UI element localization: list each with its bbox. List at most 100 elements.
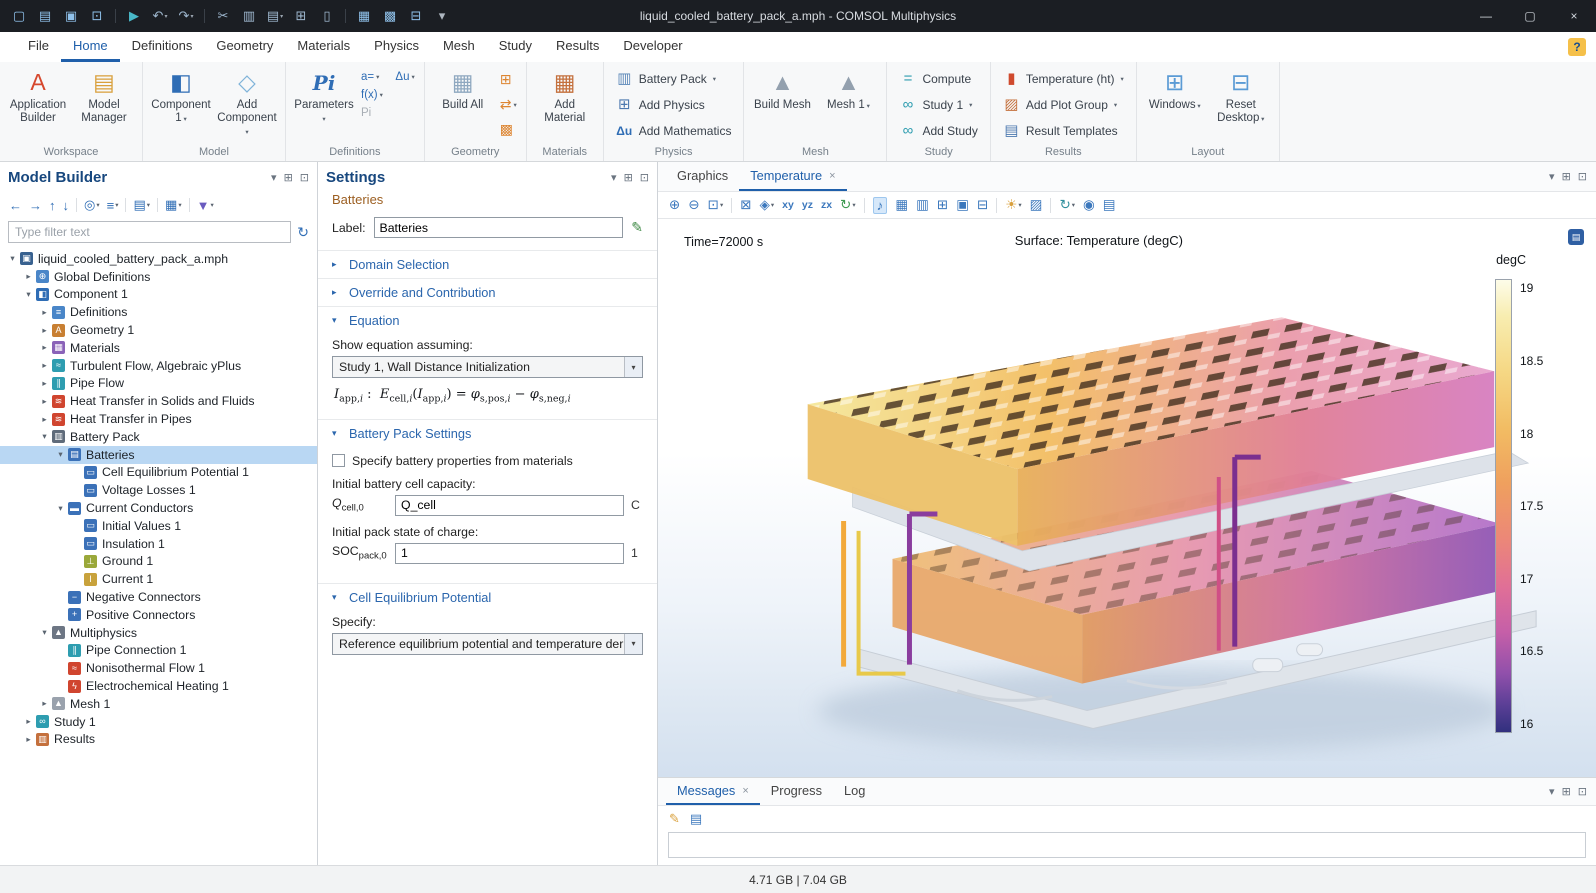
plot-in-table-icon[interactable]: ⊞ — [937, 197, 948, 213]
chevron-collapsed-icon[interactable]: ▸ — [38, 325, 51, 336]
delete-icon[interactable]: ▯ — [316, 4, 338, 28]
dropdown-arrow-icon[interactable]: ▾ — [624, 357, 642, 377]
zoom-in-icon[interactable]: ⊕ — [669, 197, 680, 213]
tree-node-electrochemical-heating-1[interactable]: ϟElectrochemical Heating 1 — [0, 677, 317, 695]
section-domain-selection[interactable]: ▸ Domain Selection — [318, 250, 657, 278]
mesh-1-button[interactable]: ▲Mesh 1 ▾ — [816, 66, 880, 112]
group-nodes-icon[interactable]: ▤▾ — [133, 197, 150, 213]
build-all-button[interactable]: ▦Build All — [431, 66, 495, 112]
section-equation[interactable]: ▾ Equation — [318, 306, 657, 334]
import-icon[interactable]: ⊞ — [497, 69, 520, 90]
panel-pin-icon[interactable]: ⊡ — [1578, 170, 1587, 183]
chevron-collapsed-icon[interactable]: ▸ — [38, 307, 51, 318]
go-back-icon[interactable]: ← — [9, 198, 22, 213]
chevron-collapsed-icon[interactable]: ▸ — [38, 378, 51, 389]
parameters-button[interactable]: PiParameters ▾ — [292, 66, 356, 125]
chevron-collapsed-icon[interactable]: ▸ — [22, 271, 35, 282]
tree-node-pipe-connection-1[interactable]: ∥Pipe Connection 1 — [0, 642, 317, 660]
variable-utilities-button[interactable]: Δu▾ — [392, 70, 417, 84]
chevron-collapsed-icon[interactable]: ▸ — [38, 396, 51, 407]
equation-assumption-select[interactable]: Study 1, Wall Distance Initialization ▾ — [332, 356, 643, 378]
image-snapshot-icon[interactable]: ◉ — [1083, 197, 1095, 213]
add-plot-group-button[interactable]: ▨Add Plot Group▾ — [997, 92, 1130, 117]
panel-float-icon[interactable]: ⊞ — [1562, 785, 1571, 798]
tree-node-current-conductors[interactable]: ▾▬Current Conductors — [0, 499, 317, 517]
ribbon-tab-results[interactable]: Results — [544, 32, 611, 62]
cut-icon[interactable]: ✂ — [212, 4, 234, 28]
chevron-expanded-icon[interactable]: ▾ — [54, 449, 67, 460]
panel-pin-icon[interactable]: ⊡ — [300, 171, 309, 184]
component-1-button[interactable]: ◧Component 1 ▾ — [149, 66, 213, 125]
graphics-canvas[interactable]: Time=72000 s Surface: Temperature (degC)… — [658, 219, 1596, 777]
preview-icon[interactable]: ⊡ — [86, 4, 108, 28]
section-battery-pack-settings[interactable]: ▾ Battery Pack Settings — [318, 419, 657, 447]
move-down-icon[interactable]: ↓ — [63, 198, 70, 213]
windows-button[interactable]: ⊞Windows ▾ — [1143, 66, 1207, 112]
chevron-expanded-icon[interactable]: ▾ — [6, 253, 19, 264]
customize-toolbar-icon[interactable]: ▾ — [431, 4, 453, 28]
tab-messages[interactable]: Messages× — [666, 778, 760, 805]
compute-button[interactable]: =Compute — [893, 66, 983, 91]
tree-node-nonisothermal-flow-1[interactable]: ≈Nonisothermal Flow 1 — [0, 659, 317, 677]
add-component-button[interactable]: ◇Add Component ▾ — [215, 66, 279, 139]
battery-pack-3d-visualization[interactable] — [658, 219, 1596, 777]
tree-node-turbulent-flow-algebraic-yplus[interactable]: ▸≈Turbulent Flow, Algebraic yPlus — [0, 357, 317, 375]
maximize-button[interactable]: ▢ — [1508, 0, 1552, 32]
panel-menu-icon[interactable]: ▾ — [1549, 785, 1555, 798]
chevron-collapsed-icon[interactable]: ▸ — [22, 716, 35, 727]
result-templates-button[interactable]: ▤Result Templates — [997, 118, 1130, 143]
close-tab-icon[interactable]: × — [742, 785, 748, 797]
tree-node-positive-connectors[interactable]: +Positive Connectors — [0, 606, 317, 624]
go-to-default-view-icon[interactable]: ◈▾ — [760, 197, 775, 213]
reset-desktop-button[interactable]: ⊟Reset Desktop ▾ — [1209, 66, 1273, 125]
cell-potential-select[interactable]: Reference equilibrium potential and temp… — [332, 633, 643, 655]
scene-light-icon[interactable]: ☀▾ — [1005, 197, 1021, 213]
tree-node-liquid-cooled-battery-pack-a-mph[interactable]: ▾▣liquid_cooled_battery_pack_a.mph — [0, 250, 317, 268]
ribbon-tab-materials[interactable]: Materials — [285, 32, 362, 62]
chevron-expanded-icon[interactable]: ▾ — [38, 627, 51, 638]
sound-icon[interactable]: ♪ — [873, 197, 888, 214]
tree-node-initial-values-1[interactable]: ▭Initial Values 1 — [0, 517, 317, 535]
chevron-expanded-icon[interactable]: ▾ — [54, 503, 67, 514]
tree-node-global-definitions[interactable]: ▸⊕Global Definitions — [0, 268, 317, 286]
chevron-collapsed-icon[interactable]: ▸ — [22, 734, 35, 745]
close-button[interactable]: × — [1552, 0, 1596, 32]
tree-node-ground-1[interactable]: ⊥Ground 1 — [0, 553, 317, 571]
livelink-icon[interactable]: ⇄▾ — [497, 94, 520, 115]
section-override-contribution[interactable]: ▸ Override and Contribution — [318, 278, 657, 306]
chevron-collapsed-icon[interactable]: ▸ — [38, 360, 51, 371]
expand-nodes-icon[interactable]: ▦▾ — [165, 197, 182, 213]
plot-image-icon[interactable]: ▤ — [1568, 229, 1584, 245]
redo-icon[interactable]: ↷▾ — [175, 4, 197, 28]
panel-float-icon[interactable]: ⊞ — [624, 171, 633, 184]
tree-node-definitions[interactable]: ▸≡Definitions — [0, 303, 317, 321]
paste-icon[interactable]: ▤▾ — [264, 4, 286, 28]
zoom-extents-icon[interactable]: ⊠ — [740, 197, 751, 213]
zoom-extents-qat-icon[interactable]: ⊟ — [405, 4, 427, 28]
chevron-expanded-icon[interactable]: ▾ — [22, 289, 35, 300]
tree-node-batteries[interactable]: ▾▤Batteries — [0, 446, 317, 464]
tree-node-mesh-1[interactable]: ▸▲Mesh 1 — [0, 695, 317, 713]
rename-icon[interactable]: ✎ — [631, 219, 643, 236]
open-model-icon[interactable]: ▤ — [34, 4, 56, 28]
ribbon-tab-geometry[interactable]: Geometry — [204, 32, 285, 62]
chevron-collapsed-icon[interactable]: ▸ — [38, 414, 51, 425]
model-manager-button[interactable]: ▤Model Manager — [72, 66, 136, 125]
minimize-button[interactable]: — — [1464, 0, 1508, 32]
tree-node-cell-equilibrium-potential-1[interactable]: ▭Cell Equilibrium Potential 1 — [0, 464, 317, 482]
panel-float-icon[interactable]: ⊞ — [284, 171, 293, 184]
clear-messages-icon[interactable]: ✎ — [669, 811, 680, 827]
tree-node-component-1[interactable]: ▾◧Component 1 — [0, 286, 317, 304]
panel-float-icon[interactable]: ⊞ — [1562, 170, 1571, 183]
panel-menu-icon[interactable]: ▾ — [271, 171, 277, 184]
tab-log[interactable]: Log — [833, 778, 876, 805]
tree-node-negative-connectors[interactable]: −Negative Connectors — [0, 588, 317, 606]
tree-node-geometry-1[interactable]: ▸AGeometry 1 — [0, 321, 317, 339]
ribbon-tab-study[interactable]: Study — [487, 32, 544, 62]
physics-interface-select[interactable]: ▥Battery Pack▾ — [610, 66, 738, 91]
chevron-collapsed-icon[interactable]: ▸ — [38, 698, 51, 709]
tab-progress[interactable]: Progress — [760, 778, 833, 805]
add-material-button[interactable]: ▦Add Material — [533, 66, 597, 125]
view-yz-plane-icon[interactable]: yz — [802, 199, 813, 211]
chevron-collapsed-icon[interactable]: ▸ — [38, 342, 51, 353]
